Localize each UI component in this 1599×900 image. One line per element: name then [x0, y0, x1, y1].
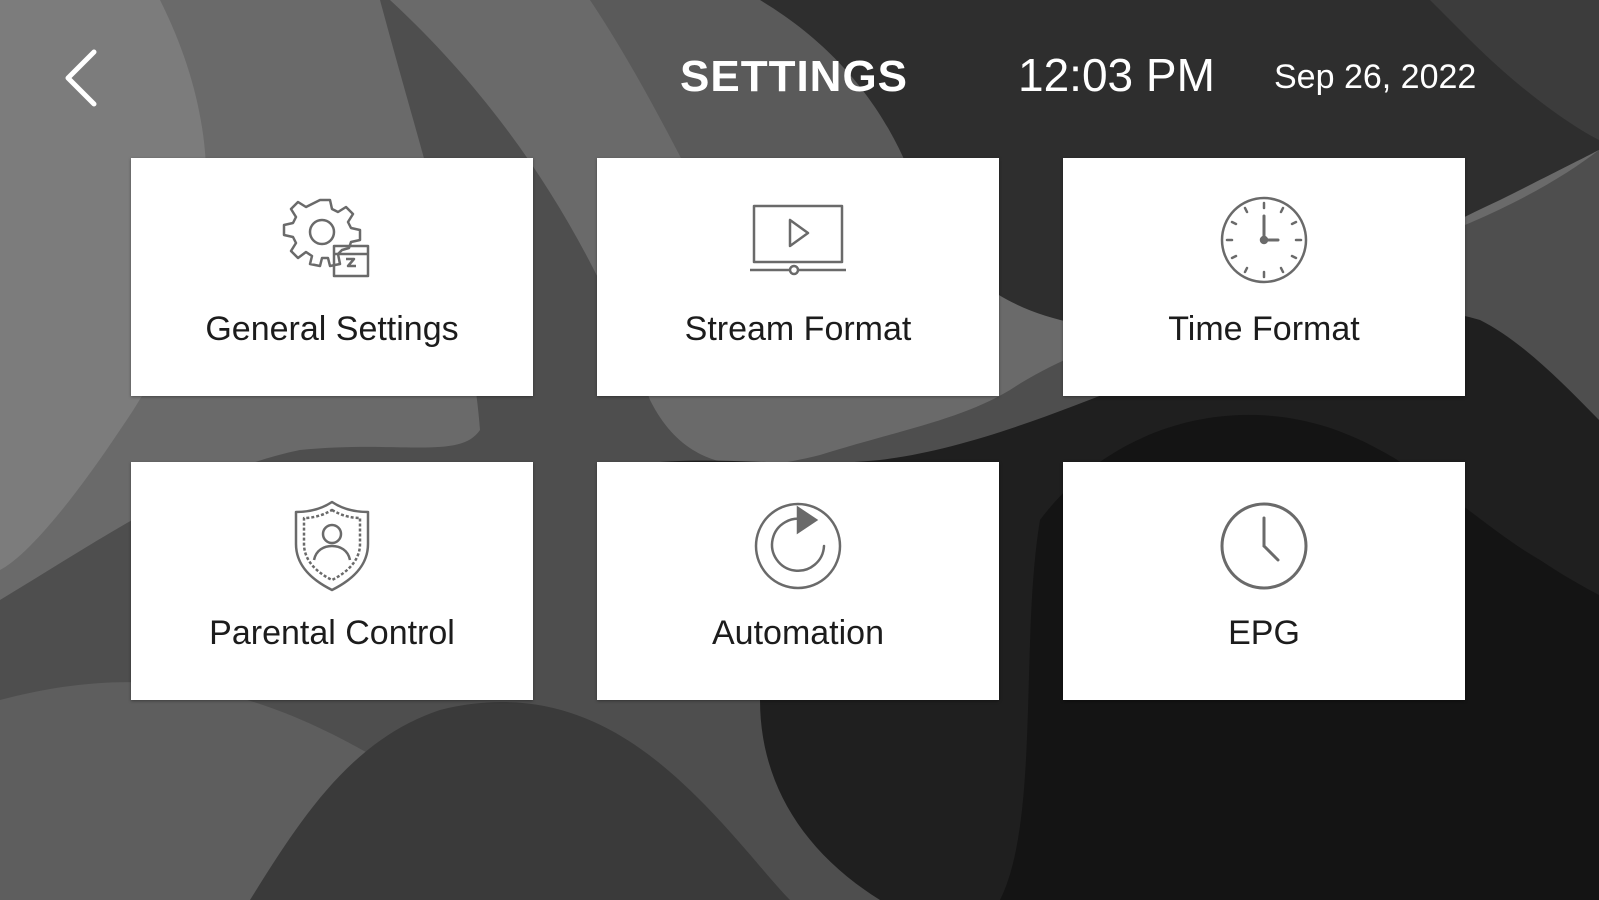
video-play-icon: [748, 194, 848, 294]
tile-label: Automation: [712, 614, 884, 652]
tile-automation[interactable]: Automation: [597, 462, 999, 700]
clock-icon: [1214, 498, 1314, 598]
tile-time-format[interactable]: Time Format: [1063, 158, 1465, 396]
clock-dial-icon: [1214, 194, 1314, 294]
tile-epg[interactable]: EPG: [1063, 462, 1465, 700]
tile-parental-control[interactable]: Parental Control: [131, 462, 533, 700]
settings-screen: SETTINGS 12:03 PM Sep 26, 2022 General S…: [0, 0, 1599, 900]
tile-label: EPG: [1228, 614, 1300, 652]
tile-label: Time Format: [1168, 310, 1360, 348]
background-waves: [0, 0, 1599, 900]
tile-label: Stream Format: [684, 310, 912, 348]
gear-icon: [282, 194, 382, 294]
tile-label: Parental Control: [209, 614, 455, 652]
tile-general-settings[interactable]: General Settings: [131, 158, 533, 396]
refresh-icon: [748, 498, 848, 598]
tile-label: General Settings: [205, 310, 459, 348]
clock-time: 12:03 PM: [1018, 49, 1215, 101]
chevron-left-icon: [65, 49, 97, 107]
tile-stream-format[interactable]: Stream Format: [597, 158, 999, 396]
shield-user-icon: [282, 498, 382, 598]
clock-date: Sep 26, 2022: [1274, 58, 1477, 96]
page-title: SETTINGS: [680, 52, 909, 101]
back-button[interactable]: [58, 46, 110, 110]
